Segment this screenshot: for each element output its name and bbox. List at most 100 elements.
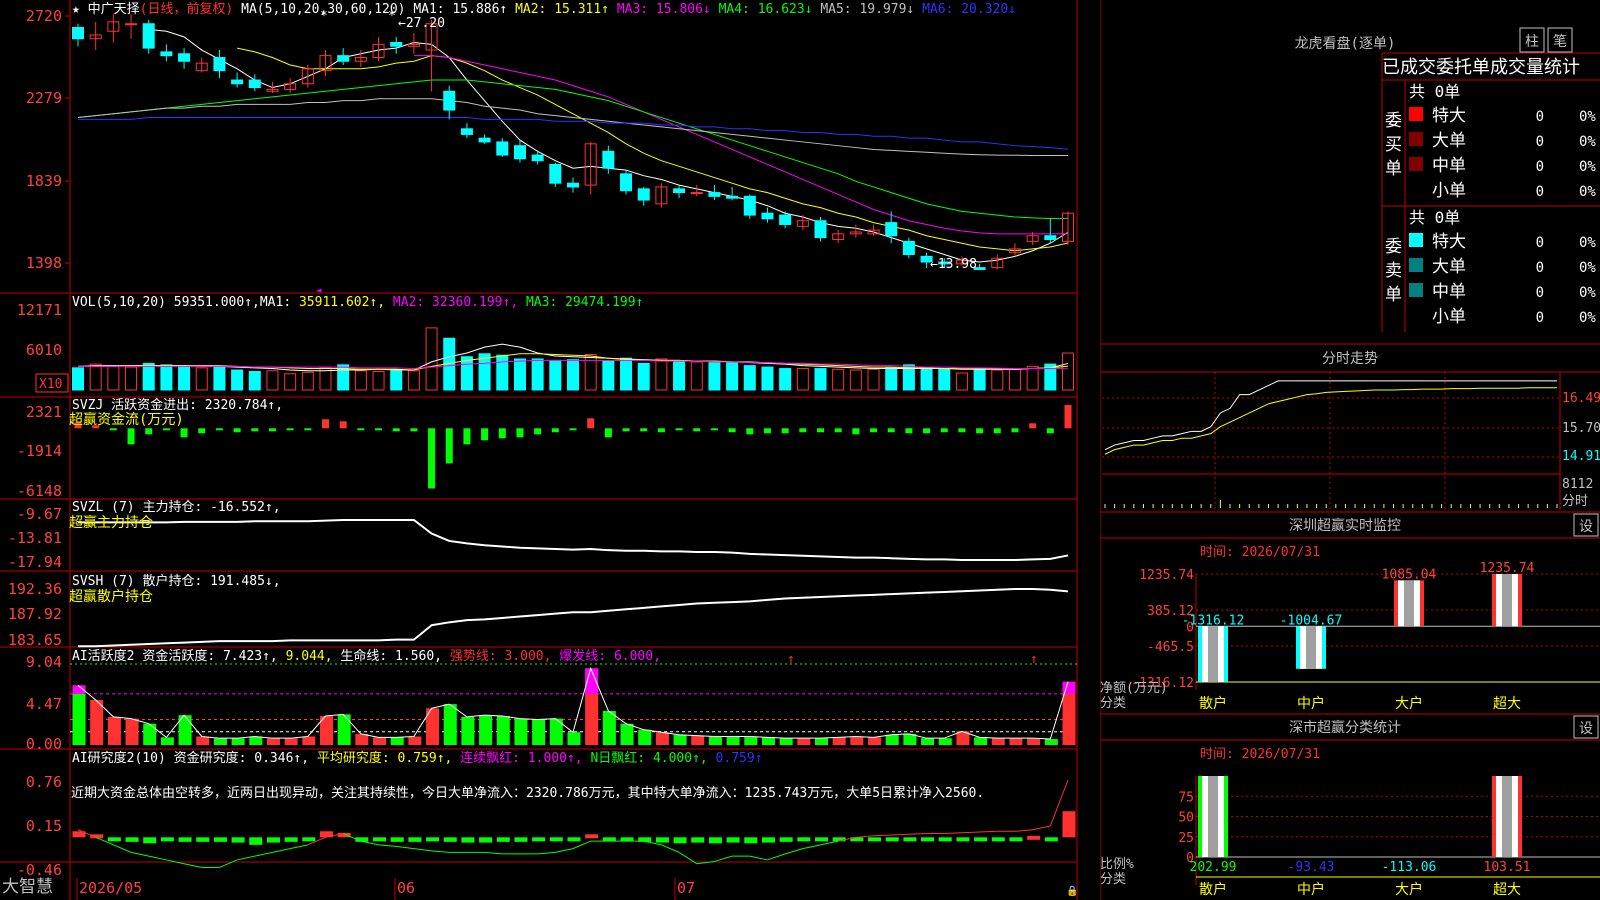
research-bar[interactable]	[1062, 811, 1076, 838]
fund-flow-bar[interactable]	[1029, 423, 1037, 429]
fund-flow-bar[interactable]	[392, 428, 400, 432]
activity-bar[interactable]	[72, 685, 86, 745]
activity-bar[interactable]	[532, 719, 546, 745]
volume-bar[interactable]	[460, 356, 473, 391]
research-bar[interactable]	[779, 837, 793, 842]
activity-bar[interactable]	[160, 737, 174, 745]
candle-body[interactable]	[125, 23, 138, 26]
activity-bar[interactable]	[266, 738, 280, 745]
volume-bar[interactable]	[496, 354, 509, 391]
research-bar[interactable]	[390, 837, 404, 842]
volume-bar[interactable]	[637, 362, 650, 391]
research-bar[interactable]	[302, 837, 316, 842]
volume-bar[interactable]	[178, 365, 191, 391]
volume-bar[interactable]	[301, 371, 314, 391]
research-bar[interactable]	[691, 837, 705, 843]
research-bar[interactable]	[284, 837, 298, 842]
volume-bar[interactable]	[743, 365, 756, 391]
activity-bar[interactable]	[408, 736, 422, 745]
activity-bar[interactable]	[708, 736, 722, 745]
fund-flow-bar[interactable]	[463, 428, 471, 445]
research-bar[interactable]	[708, 837, 722, 844]
candle-body[interactable]	[620, 173, 633, 192]
volume-bar[interactable]	[142, 362, 155, 391]
research-bar[interactable]	[797, 837, 811, 842]
volume-bar[interactable]	[726, 362, 739, 391]
fund-flow-bar[interactable]	[746, 428, 754, 435]
fund-flow-bar[interactable]	[445, 428, 453, 464]
volume-bar[interactable]	[796, 368, 809, 391]
fund-flow-bar[interactable]	[887, 428, 895, 433]
fund-flow-bar[interactable]	[923, 428, 931, 434]
research-bar[interactable]	[125, 837, 139, 842]
volume-bar[interactable]	[885, 367, 898, 391]
activity-bar[interactable]	[797, 738, 811, 745]
volume-bar[interactable]	[991, 369, 1004, 391]
research-bar[interactable]	[956, 837, 970, 842]
fund-flow-bar[interactable]	[410, 428, 418, 432]
research-bar[interactable]	[673, 837, 687, 844]
activity-bar[interactable]	[355, 733, 369, 745]
fund-flow-bar[interactable]	[958, 428, 966, 433]
volume-bar[interactable]	[973, 368, 986, 391]
fund-flow-bar[interactable]	[693, 428, 701, 432]
research-bar[interactable]	[549, 837, 563, 842]
fund-flow-bar[interactable]	[1011, 428, 1019, 433]
research-bar[interactable]	[213, 837, 227, 842]
activity-bar[interactable]	[885, 734, 899, 745]
research-bar[interactable]	[938, 837, 952, 842]
activity-bar[interactable]	[107, 716, 121, 745]
activity-bar[interactable]	[921, 738, 935, 745]
activity-bar[interactable]	[850, 736, 864, 745]
fund-flow-bar[interactable]	[145, 428, 153, 435]
candle-body[interactable]	[743, 195, 756, 216]
fund-flow-bar[interactable]	[640, 428, 648, 432]
volume-bar[interactable]	[231, 369, 244, 391]
fund-flow-bar[interactable]	[675, 428, 683, 431]
candle-body[interactable]	[443, 90, 456, 111]
fund-flow-bar[interactable]	[710, 428, 718, 431]
activity-bar[interactable]	[761, 737, 775, 745]
research-bar[interactable]	[726, 837, 740, 843]
volume-bar[interactable]	[513, 358, 526, 391]
activity-bar[interactable]	[443, 704, 457, 745]
candle-body[interactable]	[337, 55, 350, 62]
volume-bar[interactable]	[425, 327, 438, 391]
candle-body[interactable]	[885, 222, 898, 237]
research-bar[interactable]	[426, 837, 440, 842]
fund-flow-bar[interactable]	[781, 428, 789, 434]
activity-bar[interactable]	[655, 732, 669, 745]
activity-bar[interactable]	[213, 738, 227, 745]
volume-bar[interactable]	[920, 367, 933, 391]
activity-bar[interactable]	[1009, 738, 1023, 745]
candle-body[interactable]	[708, 192, 721, 197]
volume-bar[interactable]	[673, 360, 686, 391]
activity-bar[interactable]	[938, 738, 952, 745]
volume-bar[interactable]	[549, 359, 562, 391]
fund-flow-bar[interactable]	[322, 419, 329, 429]
fund-flow-bar[interactable]	[127, 428, 135, 445]
activity-bar[interactable]	[196, 736, 210, 745]
volume-bar[interactable]	[690, 361, 703, 391]
research-bar[interactable]	[761, 837, 775, 843]
research-bar[interactable]	[196, 837, 210, 842]
candle-body[interactable]	[761, 212, 774, 220]
research-bar[interactable]	[408, 837, 422, 842]
volume-bar[interactable]	[955, 372, 968, 391]
candle-body[interactable]	[690, 192, 703, 195]
volume-bar[interactable]	[779, 368, 792, 391]
fund-flow-bar[interactable]	[498, 428, 506, 439]
fund-flow-bar[interactable]	[428, 428, 436, 489]
research-bar[interactable]	[160, 837, 174, 842]
fund-flow-bar[interactable]	[763, 428, 771, 434]
activity-bar[interactable]	[125, 718, 139, 745]
research-bar[interactable]	[479, 837, 493, 843]
research-bar[interactable]	[974, 837, 988, 842]
candle-body[interactable]	[637, 188, 650, 201]
fund-flow-bar[interactable]	[834, 428, 842, 433]
volume-bar[interactable]	[655, 358, 668, 391]
candle-body[interactable]	[549, 163, 562, 184]
volume-bar[interactable]	[1026, 365, 1039, 391]
research-bar[interactable]	[903, 837, 917, 842]
volume-bar[interactable]	[125, 366, 138, 391]
